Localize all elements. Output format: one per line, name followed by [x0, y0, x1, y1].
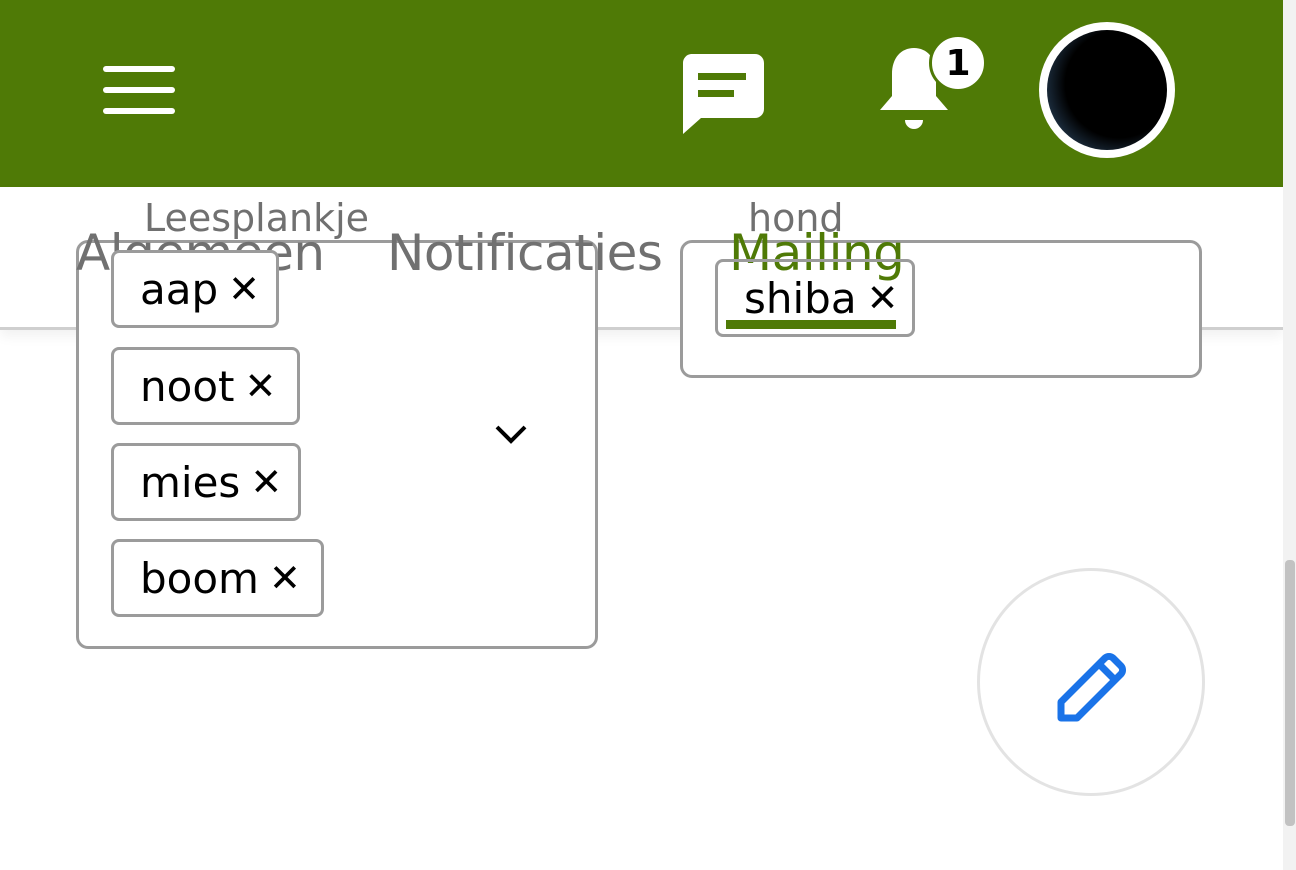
remove-chip-icon[interactable]: ✕	[250, 463, 282, 501]
chip-aap: aap ✕	[111, 250, 279, 328]
chip-label: aap	[140, 264, 219, 314]
avatar-image	[1047, 30, 1167, 150]
remove-chip-icon[interactable]: ✕	[244, 367, 276, 405]
chip-label: boom	[140, 553, 259, 603]
hond-label: hond	[748, 196, 844, 240]
chip-label: noot	[140, 361, 235, 411]
chip-mies: mies ✕	[111, 443, 301, 521]
active-tab-indicator	[726, 320, 896, 329]
app-header: 1	[0, 0, 1283, 187]
remove-chip-icon[interactable]: ✕	[228, 270, 260, 308]
scrollbar-thumb[interactable]	[1285, 560, 1295, 826]
chat-bubble-icon[interactable]	[681, 54, 765, 134]
edit-button[interactable]	[977, 568, 1205, 796]
hamburger-icon[interactable]	[103, 66, 175, 114]
remove-chip-icon[interactable]: ✕	[867, 279, 899, 317]
chip-boom: boom ✕	[111, 539, 324, 617]
user-avatar[interactable]	[1039, 22, 1175, 158]
tab-notificaties[interactable]: Notificaties	[387, 228, 663, 278]
notification-count-badge: 1	[929, 34, 987, 92]
chip-label: shiba	[744, 273, 857, 323]
pencil-icon	[1057, 653, 1126, 722]
chip-noot: noot ✕	[111, 347, 300, 425]
leesplankje-label: Leesplankje	[144, 196, 370, 240]
remove-chip-icon[interactable]: ✕	[269, 559, 301, 597]
chip-label: mies	[140, 457, 241, 507]
chevron-down-icon[interactable]	[494, 422, 528, 446]
